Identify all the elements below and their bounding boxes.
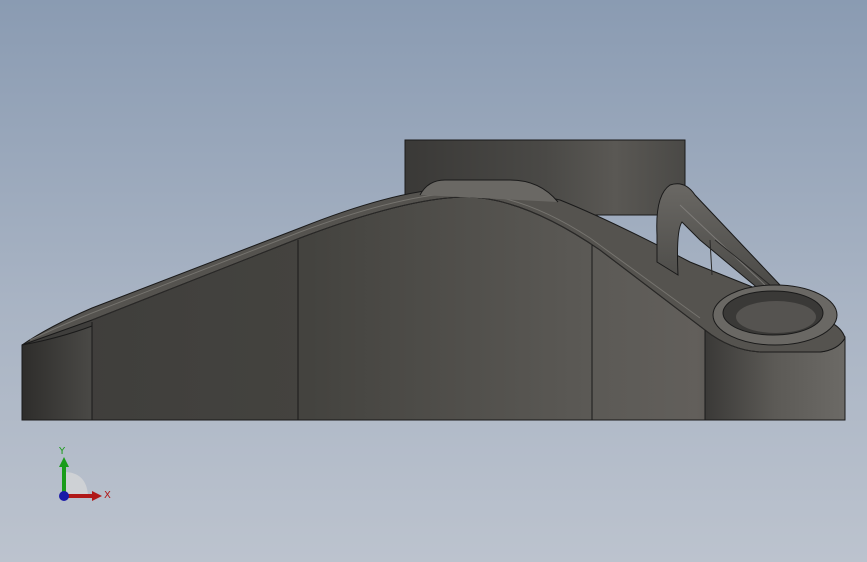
x-axis-label: X: [104, 490, 111, 501]
x-axis-arrow-icon: [92, 491, 102, 501]
part-model[interactable]: [0, 0, 867, 562]
y-axis-arrow-icon: [59, 457, 69, 467]
hole-inner-wall: [736, 301, 816, 333]
triad-plane-icon: [64, 472, 88, 495]
z-axis-icon: [59, 491, 69, 501]
y-axis-label: Y: [58, 446, 66, 457]
3d-viewport[interactable]: Y X: [0, 0, 867, 562]
coordinate-triad: Y X: [48, 440, 118, 510]
